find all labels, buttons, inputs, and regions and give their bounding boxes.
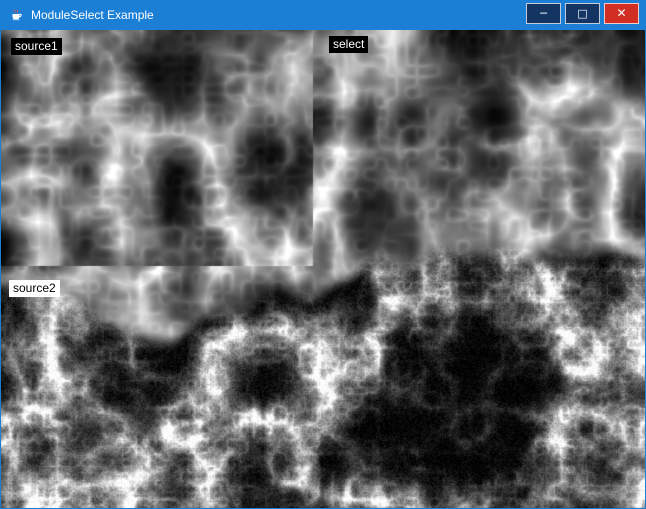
window-controls: ─ □ ✕ xyxy=(526,3,639,24)
close-button[interactable]: ✕ xyxy=(604,3,639,24)
label-source2: source2 xyxy=(9,280,60,297)
label-source1: source1 xyxy=(11,38,62,55)
label-select: select xyxy=(329,36,368,53)
window-title: ModuleSelect Example xyxy=(31,8,526,22)
minimize-button[interactable]: ─ xyxy=(526,3,561,24)
titlebar[interactable]: ModuleSelect Example ─ □ ✕ xyxy=(1,0,645,30)
render-area: source1 select source2 xyxy=(1,30,645,508)
java-cup-icon xyxy=(8,7,24,23)
maximize-button[interactable]: □ xyxy=(565,3,600,24)
app-window: ModuleSelect Example ─ □ ✕ source1 selec… xyxy=(0,0,646,509)
noise-canvas xyxy=(1,30,645,508)
